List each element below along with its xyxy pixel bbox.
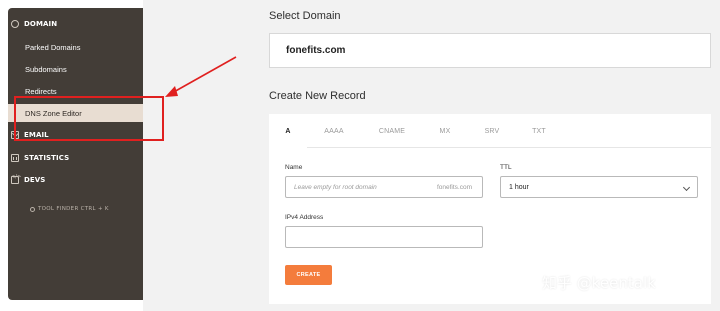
search-icon: [30, 206, 35, 212]
sidebar-section-label: STATISTICS: [24, 154, 70, 162]
ttl-label: TTL: [500, 164, 512, 171]
sidebar-item-label: Parked Domains: [25, 42, 81, 52]
globe-icon: [11, 20, 19, 28]
tab-srv[interactable]: SRV: [476, 114, 508, 148]
sidebar: DOMAIN Parked Domains Subdomains Redirec…: [8, 8, 143, 300]
tool-finder[interactable]: TOOL FINDER CTRL + K: [30, 206, 109, 212]
bar-chart-icon: [11, 154, 19, 162]
tab-a[interactable]: A: [269, 114, 307, 149]
tab-label: A: [285, 127, 291, 135]
tab-txt[interactable]: TXT: [523, 114, 555, 148]
tab-aaaa[interactable]: AAAA: [314, 114, 354, 148]
code-icon: [11, 174, 21, 184]
select-domain-title: Select Domain: [269, 10, 341, 22]
domain-selector[interactable]: fonefits.com: [269, 33, 711, 68]
create-button-label: CREATE: [296, 272, 321, 278]
chevron-down-icon: [682, 183, 691, 192]
app-window: DOMAIN Parked Domains Subdomains Redirec…: [0, 0, 720, 311]
ttl-value: 1 hour: [509, 183, 529, 191]
name-domain-suffix: fonefits.com: [436, 183, 472, 191]
tab-label: AAAA: [324, 127, 344, 135]
ipv4-label: IPv4 Address: [285, 214, 324, 221]
name-label: Name: [285, 164, 303, 171]
tab-mx[interactable]: MX: [429, 114, 461, 148]
tab-label: CNAME: [378, 127, 406, 135]
annotation-highlight-box: [14, 96, 164, 141]
sidebar-section-domain[interactable]: DOMAIN: [8, 16, 143, 32]
create-record-title: Create New Record: [269, 90, 366, 102]
sidebar-item-label: Redirects: [25, 86, 57, 96]
selected-domain: fonefits.com: [286, 45, 346, 56]
sidebar-item-subdomains[interactable]: Subdomains: [8, 60, 143, 78]
sidebar-section-devs[interactable]: DEVS: [8, 172, 143, 188]
sidebar-item-label: Subdomains: [25, 64, 67, 74]
name-placeholder: Leave empty for root domain: [294, 183, 377, 191]
sidebar-section-label: DEVS: [24, 176, 46, 184]
tab-label: MX: [439, 127, 451, 135]
ipv4-input[interactable]: [285, 226, 483, 248]
tool-finder-label: TOOL FINDER CTRL + K: [38, 206, 109, 212]
tab-cname[interactable]: CNAME: [369, 114, 415, 148]
create-button[interactable]: CREATE: [285, 265, 332, 285]
main-content: Select Domain fonefits.com Create New Re…: [143, 0, 720, 311]
sidebar-section-statistics[interactable]: STATISTICS: [8, 150, 143, 166]
sidebar-section-label: DOMAIN: [24, 20, 58, 28]
record-type-tabs: A AAAA CNAME MX SRV TXT: [269, 114, 711, 149]
watermark: 知乎 @keentalk: [542, 274, 656, 292]
name-input[interactable]: Leave empty for root domain fonefits.com: [285, 176, 483, 198]
ttl-select[interactable]: 1 hour: [500, 176, 698, 198]
tab-label: TXT: [532, 127, 546, 135]
tab-label: SRV: [484, 127, 500, 135]
sidebar-item-parked-domains[interactable]: Parked Domains: [8, 38, 143, 56]
